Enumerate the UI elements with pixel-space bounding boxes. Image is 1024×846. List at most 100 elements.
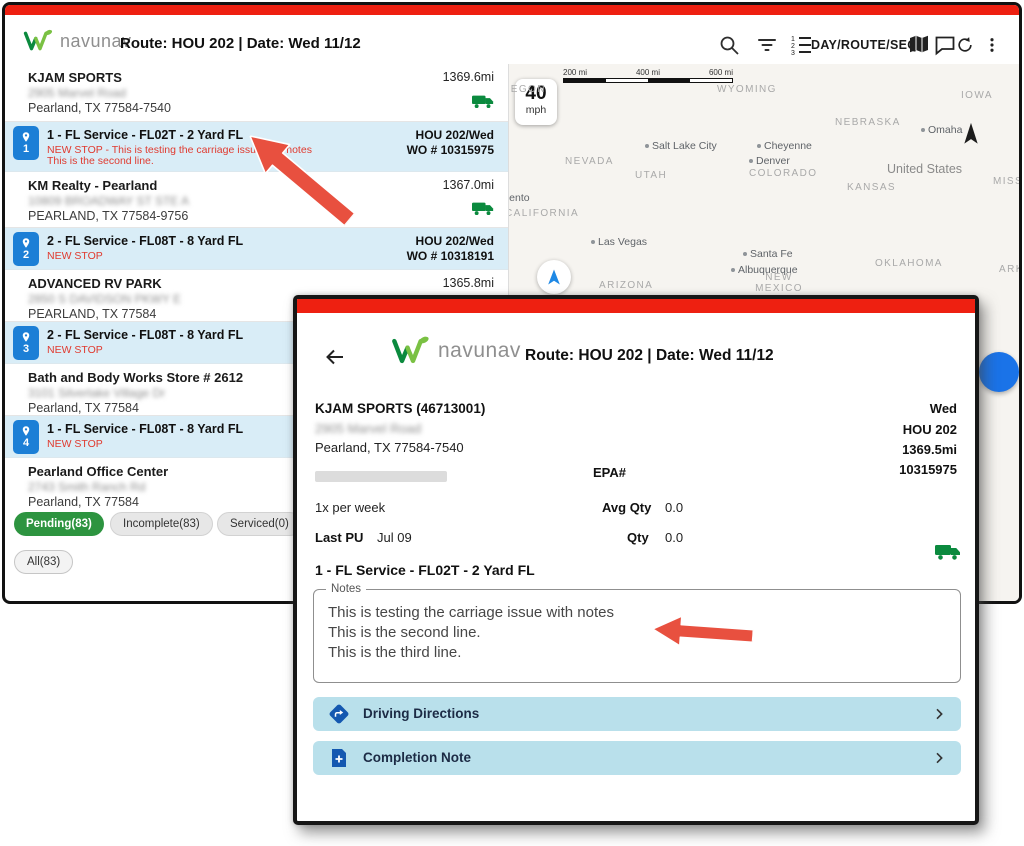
scale-label: 200 mi [563, 68, 588, 77]
stop-city: Pearland, TX 77584 [28, 401, 139, 415]
service-title: 1 - FL Service - FL02T - 2 Yard FL [47, 128, 244, 142]
filter-chip-pending[interactable]: Pending(83) [14, 512, 104, 536]
stop-distance: 1365.8mi [442, 276, 494, 290]
avg-qty-label: Avg Qty [602, 500, 652, 515]
sequence-number: 1 [22, 143, 30, 155]
filter-chip-incomplete[interactable]: Incomplete(83) [110, 512, 213, 536]
map-fab-button[interactable] [979, 352, 1019, 392]
service-title: 1 - FL Service - FL08T - 8 Yard FL [47, 422, 244, 436]
pin-icon [22, 132, 30, 142]
qty-label: Qty [627, 530, 649, 545]
stop-address: 3101 Silverlake Village Dr [28, 386, 166, 400]
stop-row-kjam-sports[interactable]: KJAM SPORTS 2905 Marvel Road Pearland, T… [5, 64, 508, 122]
detail-route: HOU 202 [902, 422, 957, 437]
redacted-field [315, 471, 447, 482]
city-label: Albuquerque [731, 264, 798, 276]
stop-city: Pearland, TX 77584 [28, 495, 139, 509]
speed-unit: mph [525, 104, 547, 116]
stop-name: ADVANCED RV PARK [28, 276, 162, 291]
truck-icon [935, 545, 960, 560]
detail-distance: 1369.5mi [902, 442, 957, 457]
kebab-menu-icon[interactable] [983, 34, 1001, 56]
avg-qty-value: 0.0 [665, 500, 684, 515]
state-label: NEBRASKA [835, 117, 901, 128]
notes-line-1: This is testing the carriage issue with … [328, 604, 614, 621]
stop-row-km-realty[interactable]: KM Realty - Pearland 10809 BROADWAY ST S… [5, 172, 508, 228]
refresh-icon[interactable] [955, 35, 975, 55]
country-label: United States [887, 162, 963, 176]
service-note-line2: This is the second line. [47, 155, 154, 167]
city-label: Omaha [921, 124, 962, 136]
service-row-2[interactable]: 2 2 - FL Service - FL08T - 8 Yard FL NEW… [5, 228, 508, 270]
stop-city: Pearland, TX 77584-7540 [28, 101, 171, 115]
notes-field: Notes This is testing the carriage issue… [313, 583, 961, 683]
service-route: HOU 202/Wed [415, 234, 494, 248]
map-icon[interactable] [907, 32, 931, 56]
filter-icon[interactable] [755, 33, 779, 57]
day-route-seq-toggle[interactable]: DAY/ROUTE/SEQ [811, 38, 917, 52]
sequence-badge: 2 [13, 232, 39, 266]
state-label: IOWA [961, 90, 993, 101]
stop-name: Pearland Office Center [28, 464, 169, 479]
customer-city: Pearland, TX 77584-7540 [315, 440, 464, 455]
filter-chip-serviced[interactable]: Serviced(0) [217, 512, 302, 536]
service-note: NEW STOP [47, 438, 103, 450]
stop-detail-dialog: navunav Route: HOU 202 | Date: Wed 11/12… [293, 295, 979, 825]
state-label: UTAH [635, 170, 668, 181]
chevron-right-icon [931, 706, 947, 722]
epa-label: EPA# [593, 465, 626, 480]
stop-city: PEARLAND, TX 77584 [28, 307, 157, 321]
note-add-icon [327, 746, 351, 770]
state-label: ARKANSAS [999, 264, 1019, 275]
sequence-number: 3 [22, 343, 30, 355]
compass-icon[interactable] [961, 122, 981, 146]
navunav-leaf-icon [392, 336, 429, 364]
service-route: HOU 202/Wed [415, 128, 494, 142]
service-frequency: 1x per week [315, 500, 386, 515]
top-red-bar [5, 5, 1019, 15]
service-row-1[interactable]: 1 1 - FL Service - FL02T - 2 Yard FL NEW… [5, 122, 508, 172]
completion-note-button[interactable]: Completion Note [313, 741, 961, 775]
svg-text:3: 3 [791, 50, 795, 57]
state-label: WYOMING [717, 84, 777, 95]
chat-icon[interactable] [933, 33, 957, 57]
chevron-right-icon [931, 750, 947, 766]
state-label: OREGON [509, 84, 546, 95]
scale-label: 400 mi [635, 68, 660, 77]
state-label: KANSAS [847, 182, 896, 193]
detail-day: Wed [929, 401, 957, 416]
screenshot-root: navunav Route: HOU 202 | Date: Wed 11/12… [0, 0, 1024, 846]
state-label: CALIFORNIA [509, 208, 580, 219]
brand-logo: navunav [391, 333, 521, 369]
city-label: Las Vegas [591, 236, 647, 248]
state-label: OKLAHOMA [875, 258, 943, 269]
brand-name: navunav [438, 339, 521, 362]
city-label: Salt Lake City [645, 140, 717, 152]
sequence-number: 2 [22, 249, 30, 261]
stop-distance: 1369.6mi [442, 70, 494, 84]
stop-distance: 1367.0mi [442, 178, 494, 192]
notes-label: Notes [326, 583, 367, 595]
stop-name: KJAM SPORTS [28, 70, 122, 85]
current-location-icon[interactable] [537, 260, 571, 294]
driving-directions-button[interactable]: Driving Directions [313, 697, 961, 731]
service-title: 1 - FL Service - FL02T - 2 Yard FL [315, 562, 535, 578]
stop-address: 10809 BROADWAY ST STE A [28, 194, 189, 208]
stop-address: 2905 Marvel Road [28, 86, 127, 100]
state-label: COLORADO [749, 168, 818, 179]
numbered-list-icon[interactable]: 123 [789, 33, 813, 57]
svg-text:2: 2 [791, 43, 795, 50]
service-note: NEW STOP [47, 250, 103, 262]
city-label: Cheyenne [757, 140, 812, 152]
directions-icon [327, 702, 351, 726]
search-icon[interactable] [717, 33, 741, 57]
service-title: 2 - FL Service - FL08T - 8 Yard FL [47, 234, 244, 248]
completion-note-label: Completion Note [363, 750, 471, 765]
last-pu-label: Last PU [315, 530, 364, 545]
back-icon[interactable] [323, 345, 347, 369]
filter-chip-all[interactable]: All(83) [14, 550, 74, 574]
pin-icon [22, 238, 30, 248]
customer-name: KJAM SPORTS (46713001) [315, 401, 486, 416]
qty-value: 0.0 [665, 530, 684, 545]
service-note: NEW STOP [47, 344, 103, 356]
